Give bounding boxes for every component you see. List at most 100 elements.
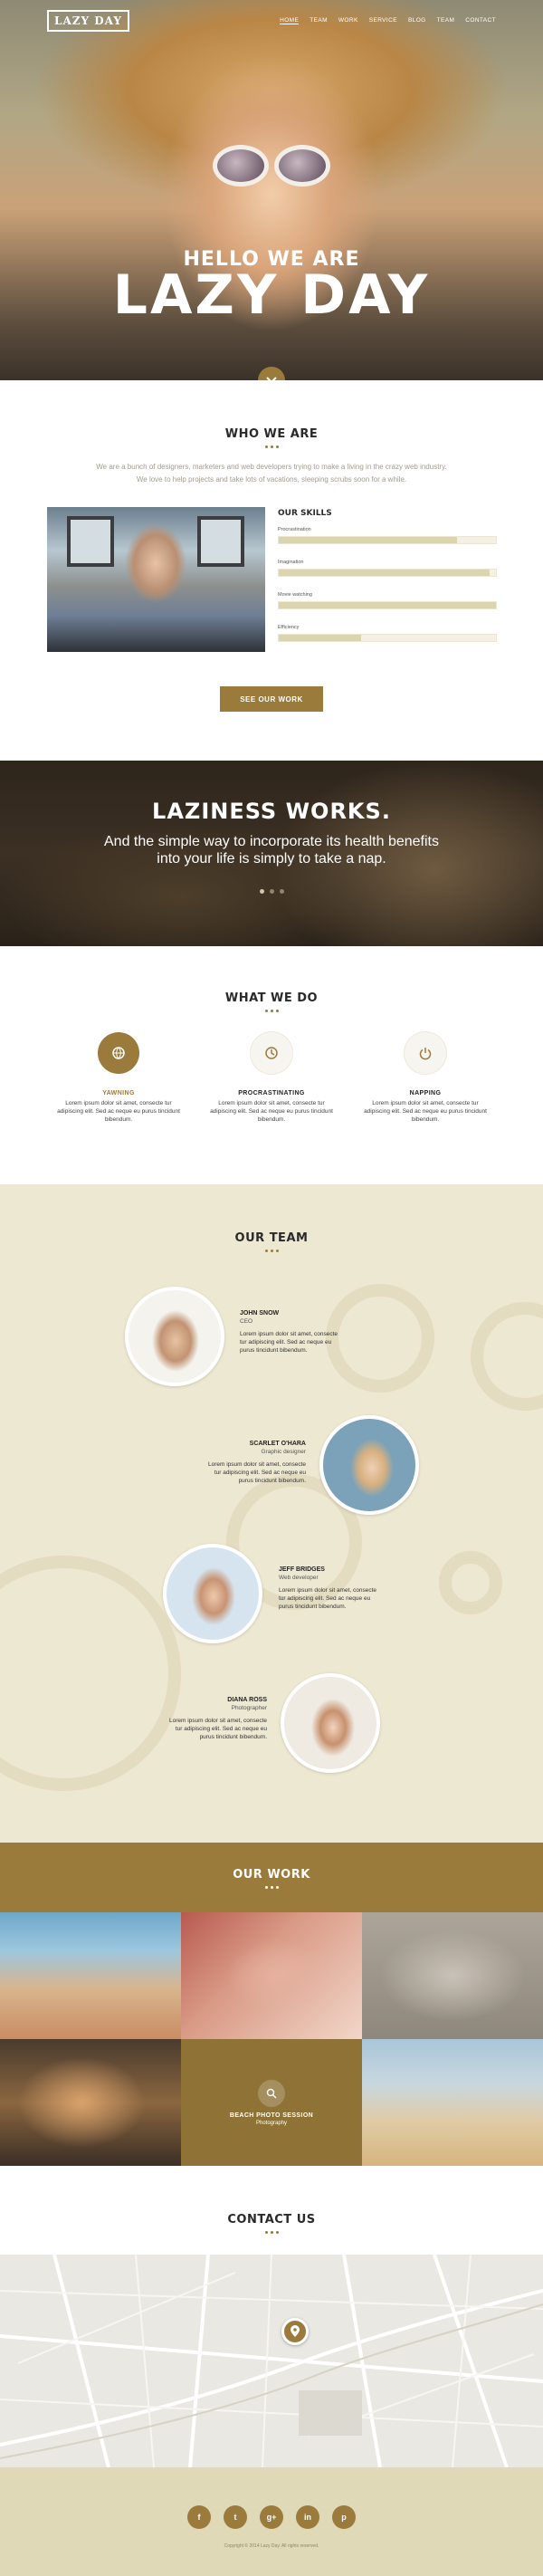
decor-circle <box>326 1284 434 1393</box>
member-info: JEFF BRIDGES Web developer Lorem ipsum d… <box>279 1566 378 1611</box>
contact-section: CONTACT US <box>0 2166 543 2255</box>
pager-dot[interactable] <box>259 889 264 894</box>
clock-icon <box>265 1047 278 1059</box>
ball-icon <box>112 1047 125 1059</box>
see-our-work-button[interactable]: SEE OUR WORK <box>220 686 323 712</box>
section-title: WHAT WE DO <box>224 991 319 1005</box>
title-dots <box>0 1886 543 1889</box>
member-name: JOHN SNOW <box>240 1310 280 1317</box>
section-title: OUR WORK <box>233 1868 310 1882</box>
hero-section: LAZY DAY HOME TEAM WORK SERVICE BLOG TEA… <box>0 0 543 380</box>
search-icon <box>266 2088 277 2098</box>
facebook-icon[interactable]: f <box>187 2505 211 2529</box>
pinterest-icon[interactable]: p <box>332 2505 356 2529</box>
our-work-header: OUR WORK <box>0 1843 543 1912</box>
portfolio-item-featured[interactable]: BEACH PHOTO SESSION Photography <box>181 2039 362 2166</box>
skill-bar-fill <box>279 635 362 641</box>
member-info: DIANA ROSS Photographer Lorem ipsum dolo… <box>167 1696 267 1741</box>
pager-dot[interactable] <box>269 889 274 894</box>
window-left <box>67 516 114 567</box>
scroll-down-button[interactable] <box>258 367 285 380</box>
member-bio: Lorem ipsum dolor sit amet, consecte tur… <box>240 1331 338 1354</box>
service-desc: Lorem ipsum dolor sit amet, consecte tur… <box>210 1100 333 1123</box>
member-info: SCARLET O'HARA Graphic designer Lorem ip… <box>206 1440 306 1485</box>
nav-item-team-2[interactable]: TEAM <box>437 17 455 24</box>
social-links: f t g+ in p <box>0 2505 543 2529</box>
skills-title: OUR SKILLS <box>278 509 332 518</box>
section-title: CONTACT US <box>227 2213 316 2226</box>
chevron-down-icon <box>266 377 277 380</box>
portfolio-item-cat-lying[interactable] <box>0 2039 181 2166</box>
location-map[interactable] <box>0 2255 543 2467</box>
nav-item-team[interactable]: TEAM <box>310 17 328 24</box>
featured-subtitle: Photography <box>255 2120 288 2126</box>
our-team-section: OUR TEAM JOHN SNOW CEO Lorem ipsum dolor… <box>0 1184 543 1843</box>
skill-label: Efficiency <box>278 625 300 630</box>
nav-menu: HOME TEAM WORK SERVICE BLOG TEAM CONTACT <box>280 17 496 24</box>
featured-title: BEACH PHOTO SESSION <box>229 2112 314 2119</box>
member-role: Photographer <box>231 1705 267 1711</box>
skill-bar-fill <box>279 570 490 576</box>
skill-item: Efficiency <box>278 625 497 642</box>
decor-circle <box>439 1551 502 1614</box>
section-title: WHO WE ARE <box>224 427 319 441</box>
avatar-diana-ross[interactable] <box>281 1673 380 1773</box>
laziness-banner: LAZINESS WORKS. And the simple way to in… <box>0 761 543 946</box>
portfolio-item-beach-couple[interactable] <box>0 1912 181 2039</box>
nav-item-home[interactable]: HOME <box>280 17 300 24</box>
title-dots <box>0 445 543 448</box>
title-dots <box>0 1010 543 1012</box>
decor-circle <box>0 1556 181 1791</box>
portfolio-item-sleeping-girl[interactable] <box>181 1912 362 2039</box>
service-title: NAPPING <box>409 1090 442 1096</box>
skill-bar-fill <box>279 537 457 543</box>
portfolio-item-beach-sunbath[interactable] <box>362 2039 543 2166</box>
service-icon-circle[interactable] <box>405 1032 446 1074</box>
member-role: CEO <box>240 1318 253 1325</box>
skills-list: Procrastination Imagination Movie watching… <box>278 527 497 642</box>
featured-ring <box>258 2079 285 2107</box>
site-logo[interactable]: LAZY DAY <box>47 10 129 32</box>
skill-bar <box>278 536 497 544</box>
skill-label: Movie watching <box>278 592 312 598</box>
banner-line-1: And the simple way to incorporate its he… <box>104 834 439 849</box>
top-nav: LAZY DAY HOME TEAM WORK SERVICE BLOG TEA… <box>0 0 543 42</box>
slider-pager <box>0 889 543 894</box>
sunglasses-left <box>213 145 269 187</box>
skill-label: Imagination <box>278 560 304 565</box>
map-pin[interactable] <box>281 2318 309 2345</box>
member-info: JOHN SNOW CEO Lorem ipsum dolor sit amet… <box>240 1309 339 1355</box>
sunglasses-right <box>274 145 330 187</box>
avatar-scarlet-ohara[interactable] <box>319 1415 419 1515</box>
nav-item-service[interactable]: SERVICE <box>369 17 397 24</box>
google-plus-icon[interactable]: g+ <box>260 2505 283 2529</box>
nav-item-blog[interactable]: BLOG <box>408 17 426 24</box>
linkedin-icon[interactable]: in <box>296 2505 319 2529</box>
member-bio: Lorem ipsum dolor sit amet, consecte tur… <box>279 1587 377 1610</box>
service-yawning: YAWNING Lorem ipsum dolor sit amet, cons… <box>55 1032 182 1124</box>
title-dots <box>0 2231 543 2234</box>
portfolio-item-cat-sleeping[interactable] <box>362 1912 543 2039</box>
pager-dot[interactable] <box>279 889 284 894</box>
skill-item: Procrastination <box>278 527 497 544</box>
avatar-jeff-bridges[interactable] <box>163 1544 262 1643</box>
nav-item-work[interactable]: WORK <box>338 17 358 24</box>
service-icon-circle[interactable] <box>98 1032 139 1074</box>
member-name: JEFF BRIDGES <box>279 1566 325 1573</box>
intro-line-1: We are a bunch of designers, marketers a… <box>96 463 447 471</box>
avatar-john-snow[interactable] <box>125 1287 224 1386</box>
service-icon-circle[interactable] <box>251 1032 292 1074</box>
team-photo <box>47 507 265 652</box>
map-streets <box>0 2255 543 2467</box>
portfolio-grid: BEACH PHOTO SESSION Photography <box>0 1912 543 2166</box>
nav-item-contact[interactable]: CONTACT <box>465 17 496 24</box>
skill-bar <box>278 569 497 577</box>
member-bio: Lorem ipsum dolor sit amet, consecte tur… <box>207 1461 306 1484</box>
skill-item: Movie watching <box>278 592 497 609</box>
twitter-icon[interactable]: t <box>224 2505 247 2529</box>
location-marker-icon <box>291 2325 300 2337</box>
member-role: Graphic designer <box>261 1449 307 1455</box>
skill-item: Imagination <box>278 560 497 577</box>
section-title: OUR TEAM <box>234 1231 309 1245</box>
service-title: YAWNING <box>102 1090 135 1096</box>
